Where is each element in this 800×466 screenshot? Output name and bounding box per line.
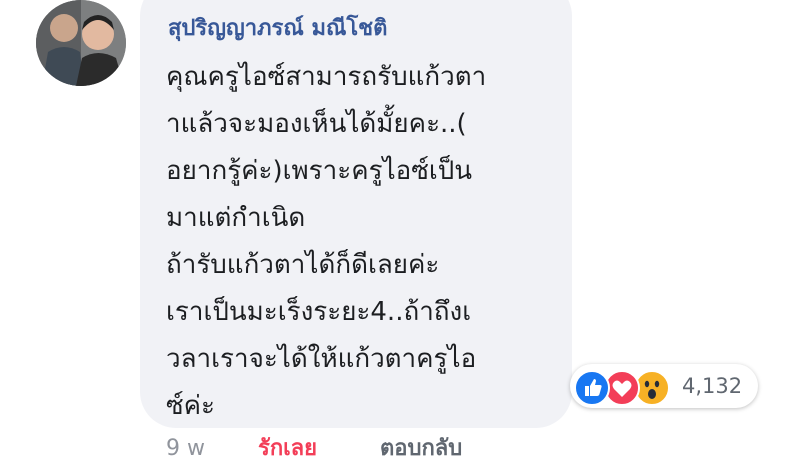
comment-line: ซ์ค่ะ: [166, 391, 216, 421]
comment-line: มาแต่กำเนิด: [166, 203, 306, 233]
avatar[interactable]: [36, 0, 126, 86]
comment-text: คุณครูไอซ์สามารถรับแก้วตา าแล้วจะมองเห็น…: [166, 54, 566, 430]
comment-line: วลาเราจะได้ให้แก้วตาครูไอ: [166, 344, 477, 374]
comment-author-name[interactable]: สุปริญญาภรณ์ มณีโชติ: [168, 10, 387, 45]
comment-timestamp[interactable]: 9 w: [166, 436, 205, 461]
comment-actions: 9 w รักเลย ตอบกลับ: [166, 432, 462, 466]
reactions-summary[interactable]: 4,132: [570, 364, 758, 408]
reply-button[interactable]: ตอบกลับ: [380, 432, 462, 466]
reaction-count: 4,132: [682, 374, 743, 398]
comment-line: คุณครูไอซ์สามารถรับแก้วตา: [166, 62, 487, 92]
comment-line: าแล้วจะมองเห็นได้มั้ยคะ..(: [166, 109, 467, 139]
comment-line: อยากรู้ค่ะ)เพราะครูไอซ์เป็น: [166, 156, 473, 186]
comment-line: เราเป็นมะเร็งระยะ4..ถ้าถึงเ: [166, 297, 472, 327]
comment-screen: สุปริญญาภรณ์ มณีโชติ คุณครูไอซ์สามารถรับ…: [0, 0, 800, 466]
avatar-photo-icon: [36, 0, 126, 86]
like-icon: [574, 370, 610, 406]
comment-line: ถ้ารับแก้วตาได้ก็ดีเลยค่ะ: [166, 250, 440, 280]
love-reaction-button[interactable]: รักเลย: [258, 432, 317, 466]
